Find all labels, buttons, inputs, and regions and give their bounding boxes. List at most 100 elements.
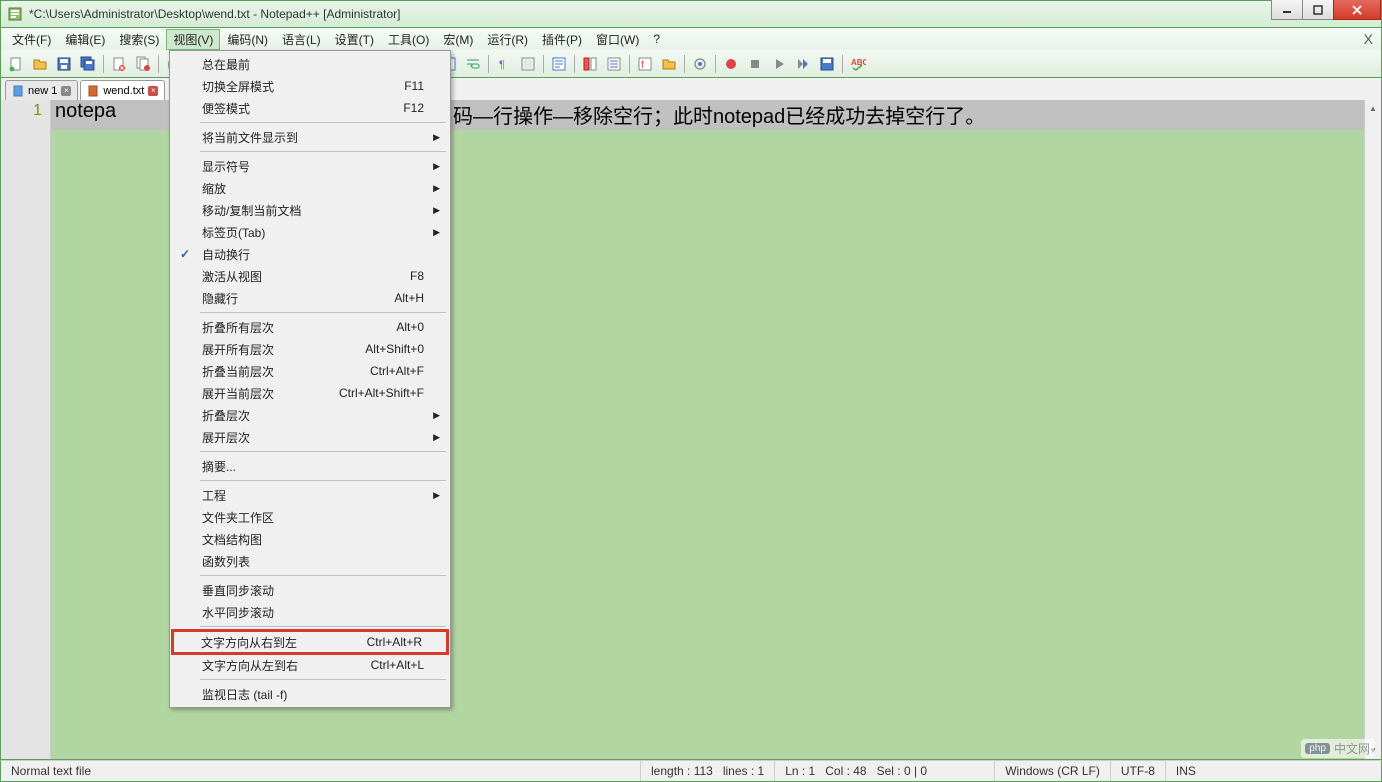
open-file-icon[interactable] xyxy=(29,53,51,75)
menu-item-label: 缩放 xyxy=(202,180,226,197)
spellcheck-icon[interactable]: ABC xyxy=(847,53,869,75)
menu-item-label: 便签模式 xyxy=(202,100,250,117)
menu-item-32[interactable]: 文字方向从左到右Ctrl+Alt+L xyxy=(172,654,448,676)
menu-search[interactable]: 搜索(S) xyxy=(112,29,166,50)
close-file-icon[interactable] xyxy=(108,53,130,75)
menu-item-18[interactable]: 折叠层次▶ xyxy=(172,404,448,426)
menu-item-1[interactable]: 切换全屏模式F11 xyxy=(172,75,448,97)
play-icon[interactable] xyxy=(768,53,790,75)
menu-item-label: 标签页(Tab) xyxy=(202,224,265,241)
menu-item-8[interactable]: 移动/复制当前文档▶ xyxy=(172,199,448,221)
menu-item-shortcut: Ctrl+Alt+R xyxy=(367,635,422,649)
tab-label: new 1 xyxy=(28,85,57,97)
status-eol[interactable]: Windows (CR LF) xyxy=(995,761,1111,781)
menu-item-19[interactable]: 展开层次▶ xyxy=(172,426,448,448)
menu-plugins[interactable]: 插件(P) xyxy=(535,29,589,50)
status-encoding[interactable]: UTF-8 xyxy=(1111,761,1166,781)
doc-list-icon[interactable] xyxy=(603,53,625,75)
editor-text-right: 码—行操作—移除空行；此时notepad已经成功去掉空行了。 xyxy=(453,106,985,128)
tab-new1[interactable]: new 1 × xyxy=(5,80,78,100)
menu-item-28[interactable]: 垂直同步滚动 xyxy=(172,579,448,601)
close-button[interactable] xyxy=(1333,0,1381,20)
menu-item-4[interactable]: 将当前文件显示到▶ xyxy=(172,126,448,148)
stop-icon[interactable] xyxy=(744,53,766,75)
watermark-badge: php xyxy=(1305,743,1330,754)
close-all-icon[interactable] xyxy=(132,53,154,75)
menu-item-label: 显示符号 xyxy=(202,158,250,175)
vertical-scrollbar[interactable]: ▲ ▼ xyxy=(1364,100,1381,759)
menu-encoding[interactable]: 编码(N) xyxy=(220,29,275,50)
menu-run[interactable]: 运行(R) xyxy=(480,29,535,50)
menu-language[interactable]: 语言(L) xyxy=(275,29,328,50)
menu-item-label: 隐藏行 xyxy=(202,290,238,307)
menu-tools[interactable]: 工具(O) xyxy=(381,29,436,50)
save-all-icon[interactable] xyxy=(77,53,99,75)
menu-separator xyxy=(200,122,446,123)
indent-guide-icon[interactable] xyxy=(517,53,539,75)
menu-item-24[interactable]: 文件夹工作区 xyxy=(172,506,448,528)
play-multi-icon[interactable] xyxy=(792,53,814,75)
lang-udl-icon[interactable] xyxy=(548,53,570,75)
tab-close-icon[interactable]: × xyxy=(148,86,158,96)
svg-text:¶: ¶ xyxy=(499,59,505,71)
submenu-arrow-icon: ▶ xyxy=(433,227,440,238)
new-file-icon[interactable] xyxy=(5,53,27,75)
func-list-icon[interactable]: f xyxy=(634,53,656,75)
menu-item-11[interactable]: 激活从视图F8 xyxy=(172,265,448,287)
menu-item-label: 折叠当前层次 xyxy=(202,363,274,380)
menu-item-25[interactable]: 文档结构图 xyxy=(172,528,448,550)
tab-close-icon[interactable]: × xyxy=(61,86,71,96)
file-icon xyxy=(12,85,24,97)
save-icon[interactable] xyxy=(53,53,75,75)
folder-workspace-icon[interactable] xyxy=(658,53,680,75)
menu-item-2[interactable]: 便签模式F12 xyxy=(172,97,448,119)
menu-item-21[interactable]: 摘要... xyxy=(172,455,448,477)
menu-item-label: 摘要... xyxy=(202,458,236,475)
menu-item-label: 监视日志 (tail -f) xyxy=(202,686,287,703)
menu-edit[interactable]: 编辑(E) xyxy=(58,29,112,50)
menu-item-10[interactable]: ✓自动换行 xyxy=(172,243,448,265)
status-mode[interactable]: INS xyxy=(1166,761,1206,781)
menu-item-label: 函数列表 xyxy=(202,553,250,570)
scroll-up-icon[interactable]: ▲ xyxy=(1365,100,1381,117)
menu-item-label: 文字方向从左到右 xyxy=(202,657,298,674)
menu-item-label: 展开层次 xyxy=(202,429,250,446)
menu-item-12[interactable]: 隐藏行 Alt+H xyxy=(172,287,448,309)
menu-window[interactable]: 窗口(W) xyxy=(589,29,646,50)
menu-settings[interactable]: 设置(T) xyxy=(328,29,381,50)
menu-item-shortcut: Alt+H xyxy=(394,291,424,305)
menu-separator xyxy=(200,575,446,576)
menu-item-7[interactable]: 缩放 ▶ xyxy=(172,177,448,199)
menu-item-23[interactable]: 工程▶ xyxy=(172,484,448,506)
menu-item-17[interactable]: 展开当前层次Ctrl+Alt+Shift+F xyxy=(172,382,448,404)
menu-item-14[interactable]: 折叠所有层次Alt+0 xyxy=(172,316,448,338)
save-macro-icon[interactable] xyxy=(816,53,838,75)
show-all-chars-icon[interactable]: ¶ xyxy=(493,53,515,75)
menu-item-6[interactable]: 显示符号▶ xyxy=(172,155,448,177)
menu-item-31[interactable]: 文字方向从右到左 Ctrl+Alt+R xyxy=(171,629,449,655)
status-bar: Normal text file length : 113 lines : 1 … xyxy=(0,760,1382,782)
record-icon[interactable] xyxy=(720,53,742,75)
menu-view[interactable]: 视图(V) xyxy=(166,29,220,50)
menu-item-29[interactable]: 水平同步滚动 xyxy=(172,601,448,623)
submenu-arrow-icon: ▶ xyxy=(433,183,440,194)
menu-file[interactable]: 文件(F) xyxy=(5,29,58,50)
menu-item-26[interactable]: 函数列表 xyxy=(172,550,448,572)
menu-item-34[interactable]: 监视日志 (tail -f) xyxy=(172,683,448,705)
tab-wend[interactable]: wend.txt × xyxy=(80,80,165,100)
menu-item-shortcut: Alt+0 xyxy=(396,320,424,334)
menu-help[interactable]: ? xyxy=(646,30,667,48)
maximize-button[interactable] xyxy=(1302,0,1334,20)
menu-macro[interactable]: 宏(M) xyxy=(436,29,480,50)
menubar-close-icon[interactable]: X xyxy=(1364,31,1373,47)
monitor-icon[interactable] xyxy=(689,53,711,75)
menu-item-9[interactable]: 标签页(Tab) ▶ xyxy=(172,221,448,243)
menu-item-label: 文字方向从右到左 xyxy=(201,634,297,651)
menu-item-16[interactable]: 折叠当前层次Ctrl+Alt+F xyxy=(172,360,448,382)
menu-item-0[interactable]: 总在最前 xyxy=(172,53,448,75)
wordwrap-icon[interactable] xyxy=(462,53,484,75)
doc-map-icon[interactable] xyxy=(579,53,601,75)
menu-item-15[interactable]: 展开所有层次Alt+Shift+0 xyxy=(172,338,448,360)
menu-bar: 文件(F) 编辑(E) 搜索(S) 视图(V) 编码(N) 语言(L) 设置(T… xyxy=(0,28,1382,50)
minimize-button[interactable] xyxy=(1271,0,1303,20)
